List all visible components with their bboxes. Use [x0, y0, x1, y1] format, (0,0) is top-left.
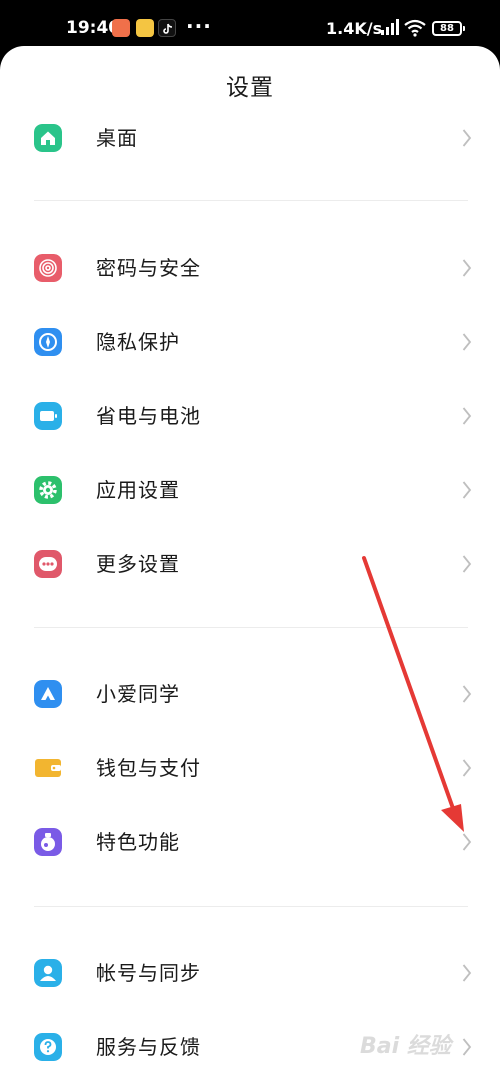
watermark: Bai 经验 — [360, 1034, 451, 1059]
group-divider — [34, 627, 468, 628]
settings-item-more-settings[interactable]: 更多设置 — [0, 527, 500, 601]
chevron-right-icon — [462, 480, 472, 504]
home-icon — [34, 124, 62, 152]
settings-sheet: 设置 桌面 密码与安全 隐私保护 省电与电池 应用设置 更多设置 小爱同学 钱包… — [0, 46, 500, 1084]
settings-item-xiaoai[interactable]: 小爱同学 — [0, 657, 500, 731]
chevron-right-icon — [462, 832, 472, 856]
wifi-icon — [404, 19, 426, 41]
chevron-right-icon — [462, 332, 472, 356]
settings-item-label: 小爱同学 — [96, 682, 180, 706]
privacy-shield-icon — [34, 328, 62, 356]
network-speed: 1.4K/s — [326, 19, 383, 38]
chevron-right-icon — [462, 128, 472, 152]
settings-item-label: 更多设置 — [96, 552, 180, 576]
chevron-right-icon — [462, 258, 472, 282]
signal-icon — [380, 18, 400, 40]
more-notifications-indicator: ··· — [186, 14, 212, 38]
settings-item-label: 密码与安全 — [96, 256, 201, 280]
chevron-right-icon — [462, 554, 472, 578]
app-notification-icon-2 — [136, 19, 154, 37]
chevron-right-icon — [462, 758, 472, 782]
xiaoai-icon — [34, 680, 62, 708]
settings-item-wallet[interactable]: 钱包与支付 — [0, 731, 500, 805]
fingerprint-icon — [34, 254, 62, 282]
gear-icon — [34, 476, 62, 504]
group-divider — [34, 906, 468, 907]
settings-item-label: 特色功能 — [96, 830, 180, 854]
settings-item-desktop[interactable]: 桌面 — [0, 101, 500, 175]
page-title: 设置 — [226, 75, 274, 101]
settings-item-label: 隐私保护 — [96, 330, 180, 354]
chevron-right-icon — [462, 1037, 472, 1061]
battery-indicator: 88 — [432, 21, 465, 36]
flask-icon — [34, 828, 62, 856]
tiktok-icon — [158, 19, 176, 37]
settings-item-label: 省电与电池 — [96, 404, 201, 428]
help-icon — [34, 1033, 62, 1061]
settings-item-account-sync[interactable]: 帐号与同步 — [0, 936, 500, 1010]
settings-item-label: 钱包与支付 — [96, 756, 201, 780]
chevron-right-icon — [462, 963, 472, 987]
wallet-icon — [34, 754, 62, 782]
chevron-right-icon — [462, 684, 472, 708]
settings-item-label: 服务与反馈 — [96, 1035, 201, 1059]
battery-icon — [34, 402, 62, 430]
settings-item-label: 应用设置 — [96, 478, 180, 502]
account-icon — [34, 959, 62, 987]
settings-item-battery[interactable]: 省电与电池 — [0, 379, 500, 453]
settings-item-password-security[interactable]: 密码与安全 — [0, 231, 500, 305]
chevron-right-icon — [462, 406, 472, 430]
settings-item-label: 桌面 — [96, 126, 138, 150]
settings-item-app-settings[interactable]: 应用设置 — [0, 453, 500, 527]
app-notification-icon-1 — [112, 19, 130, 37]
settings-item-privacy[interactable]: 隐私保护 — [0, 305, 500, 379]
settings-item-label: 帐号与同步 — [96, 961, 201, 985]
settings-item-special-features[interactable]: 特色功能 — [0, 805, 500, 879]
more-dots-icon — [34, 550, 62, 578]
group-divider — [34, 200, 468, 201]
